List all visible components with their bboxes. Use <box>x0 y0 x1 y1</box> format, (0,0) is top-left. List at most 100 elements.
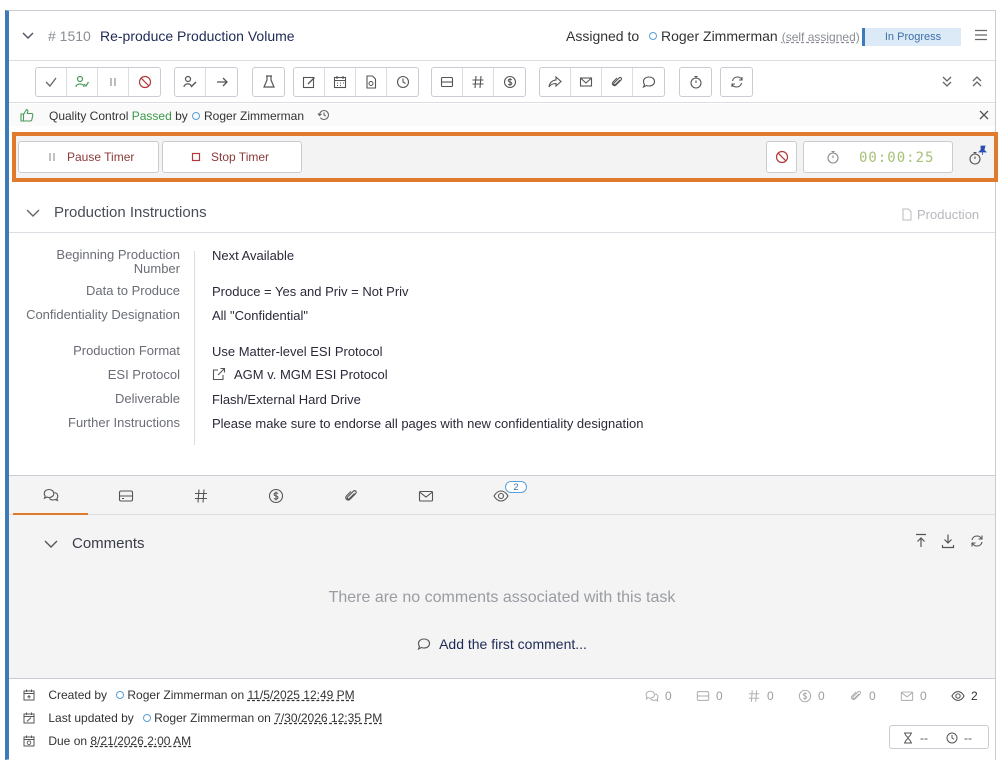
assigned-label: Assigned to <box>566 28 640 44</box>
complete-button[interactable] <box>36 68 67 96</box>
user-edit-icon <box>183 75 197 88</box>
cancel-button[interactable] <box>129 68 160 96</box>
assignee[interactable]: Roger Zimmerman (self assigned) <box>649 28 860 44</box>
chevron-down-icon[interactable] <box>43 537 59 551</box>
refresh-icon[interactable] <box>970 533 984 549</box>
tab-emails[interactable] <box>388 476 463 515</box>
field-label: Deliverable <box>114 391 180 406</box>
hash-icon <box>194 488 207 503</box>
created-info: Created by Roger Zimmerman on 11/5/2025 … <box>23 688 355 702</box>
add-comment-link[interactable]: Add the first comment... <box>9 636 995 652</box>
cancel-timer-button[interactable] <box>766 141 797 173</box>
collapse-all-icon[interactable] <box>940 74 954 88</box>
attach-button[interactable] <box>602 68 633 96</box>
time-spent-text: -- <box>964 731 972 745</box>
calendar-plus-icon <box>23 689 35 701</box>
updated-label: Last updated by <box>48 711 134 725</box>
timer-bar: Pause Timer Stop Timer 00:00:25 <box>12 132 998 182</box>
user-check-icon <box>75 75 89 88</box>
download-icon[interactable] <box>941 533 955 549</box>
task-title[interactable]: Re-produce Production Volume <box>100 28 295 44</box>
chevron-down-icon[interactable] <box>21 29 35 43</box>
share-icon <box>548 75 562 88</box>
production-link[interactable]: Production <box>901 207 979 222</box>
pinned-timer-icon[interactable] <box>966 145 988 167</box>
comment-button[interactable] <box>633 68 664 96</box>
tab-fields[interactable] <box>88 476 163 515</box>
pause-timer-button[interactable]: Pause Timer <box>18 141 159 173</box>
status-badge[interactable]: In Progress <box>862 28 961 46</box>
document-button[interactable] <box>356 68 387 96</box>
quality-control-bar: Quality Control Passed by Roger Zimmerma… <box>9 104 995 126</box>
detail-tabs: 2 <box>9 475 995 515</box>
refresh-actions-group <box>720 67 753 97</box>
timer-display: 00:00:25 <box>803 141 953 173</box>
tab-watchers[interactable]: 2 <box>463 476 538 515</box>
card-icon <box>440 76 454 88</box>
user-status-icon <box>116 691 125 699</box>
updated-user[interactable]: Roger Zimmerman <box>154 711 254 725</box>
billing-button[interactable] <box>494 68 525 96</box>
qc-state: Passed <box>131 109 172 123</box>
expand-all-icon[interactable] <box>970 74 984 88</box>
count-value: 0 <box>665 689 672 703</box>
attachments-count: 0 <box>849 689 900 703</box>
hamburger-menu-icon[interactable] <box>974 29 988 41</box>
calendar-due-icon <box>23 735 35 747</box>
comments-count: 0 <box>645 689 696 703</box>
history-icon[interactable] <box>317 108 331 122</box>
time-tracking-summary[interactable]: -- -- <box>889 725 989 749</box>
emails-count: 0 <box>900 689 951 703</box>
calendar-button[interactable] <box>325 68 356 96</box>
refresh-button[interactable] <box>721 68 752 96</box>
production-instructions-header[interactable]: Production Instructions Production <box>9 194 995 232</box>
updated-date[interactable]: 7/30/2026 12:35 PM <box>274 711 382 725</box>
billing-count: 0 <box>798 689 849 703</box>
field-label: Confidentiality Designation <box>26 307 180 322</box>
document-icon <box>902 208 912 221</box>
stopwatch-icon <box>827 150 839 164</box>
qc-user[interactable]: Roger Zimmerman <box>192 109 304 123</box>
scroll-top-icon[interactable] <box>914 533 928 549</box>
edit-button[interactable] <box>294 68 325 96</box>
created-date[interactable]: 11/5/2025 12:49 PM <box>247 688 354 702</box>
tab-billing[interactable] <box>238 476 313 515</box>
count-value: 0 <box>767 689 774 703</box>
esi-protocol-link[interactable]: AGM v. MGM ESI Protocol <box>212 367 388 382</box>
tab-comments[interactable] <box>13 476 88 515</box>
chevron-down-icon[interactable] <box>25 206 41 220</box>
hash-icon <box>472 75 484 89</box>
email-button[interactable] <box>571 68 602 96</box>
field-label: Beginning Production Number <box>56 247 180 276</box>
qc-status-text: Quality Control Passed by <box>49 109 188 123</box>
timer-button[interactable] <box>680 68 711 96</box>
numbers-button[interactable] <box>463 68 494 96</box>
approve-button[interactable] <box>67 68 98 96</box>
action-toolbar <box>9 60 995 102</box>
fields-count: 0 <box>696 689 747 703</box>
pause-button[interactable] <box>98 68 129 96</box>
stop-timer-button[interactable]: Stop Timer <box>162 141 302 173</box>
qc-label: Quality Control <box>49 109 129 123</box>
due-date[interactable]: 8/21/2026 2:00 AM <box>90 734 191 748</box>
comment-icon <box>641 76 655 89</box>
self-assigned-link[interactable]: (self assigned) <box>782 30 860 44</box>
close-icon[interactable] <box>978 109 990 121</box>
created-user[interactable]: Roger Zimmerman <box>127 688 227 702</box>
reassign-button[interactable] <box>175 68 206 96</box>
check-icon <box>45 77 57 87</box>
task-header: # 1510 Re-produce Production Volume Assi… <box>9 11 995 60</box>
assign-actions-group <box>174 67 238 97</box>
updated-info: Last updated by Roger Zimmerman on 7/30/… <box>23 711 382 725</box>
tab-numbers[interactable] <box>163 476 238 515</box>
time-entry-button[interactable] <box>387 68 418 96</box>
field-label: Data to Produce <box>86 283 180 298</box>
fields-button[interactable] <box>432 68 463 96</box>
field-value: Produce = Yes and Priv = Not Priv <box>212 284 409 299</box>
created-label: Created by <box>48 688 108 702</box>
quality-control-button[interactable] <box>253 68 284 96</box>
qc-user-name: Roger Zimmerman <box>204 109 305 123</box>
tab-attachments[interactable] <box>313 476 388 515</box>
forward-button[interactable] <box>206 68 237 96</box>
share-button[interactable] <box>540 68 571 96</box>
